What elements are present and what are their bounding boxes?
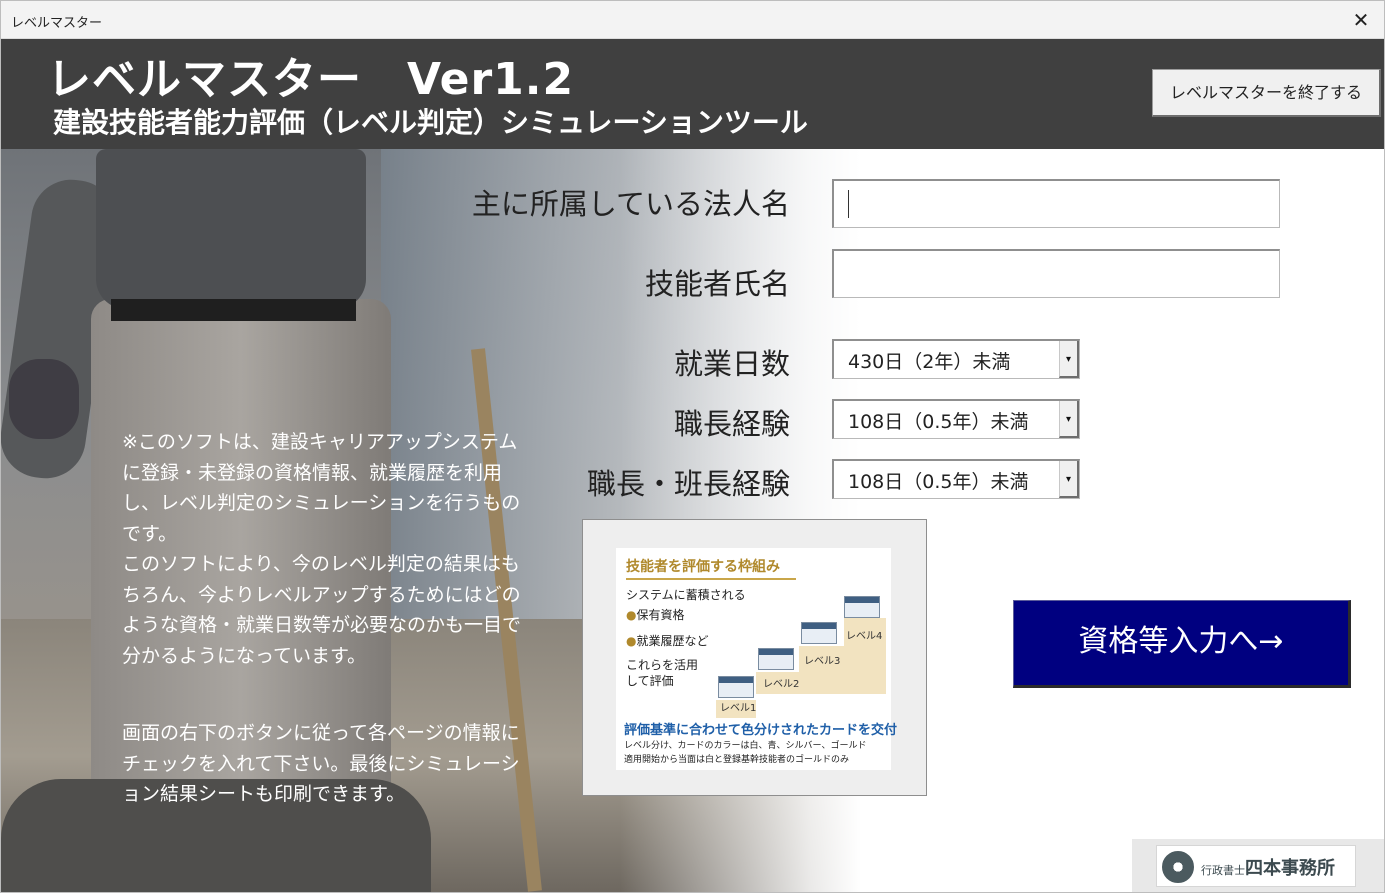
app-subtitle: 建設技能者能力評価（レベル判定）シミュレーションツール <box>53 106 808 139</box>
app-header: レベルマスター Ver1.2 建設技能者能力評価（レベル判定）シミュレーションツ… <box>1 39 1384 149</box>
framework-figure: 技能者を評価する枠組み システムに蓄積される ●保有資格 ●就業履歴など これら… <box>616 548 897 770</box>
text-caret <box>848 190 849 218</box>
bullet-icon: ● <box>626 608 637 622</box>
framework-line: これらを活用 <box>626 658 699 672</box>
close-icon[interactable]: ✕ <box>1348 7 1374 33</box>
office-name: 行政書士四本事務所 <box>1201 858 1335 879</box>
framework-line: システムに蓄積される <box>626 588 746 602</box>
corporation-input[interactable] <box>832 179 1280 228</box>
chevron-down-icon[interactable]: ▾ <box>1059 401 1079 438</box>
worker-name-input[interactable] <box>832 249 1280 298</box>
chevron-down-icon[interactable]: ▾ <box>1059 461 1079 498</box>
application-window: レベルマスター ✕ レベルマスター Ver1.2 建設技能者能力評価（レベル判定… <box>0 0 1385 893</box>
foreman-label: 職長経験 <box>673 407 790 441</box>
app-title: レベルマスター Ver1.2 <box>47 54 575 105</box>
foreman-leader-select[interactable]: 108日（0.5年）未満 ▾ <box>832 459 1080 499</box>
id-card-icon <box>758 648 794 670</box>
foreman-leader-value: 108日（0.5年）未満 <box>848 471 1029 493</box>
foreman-value: 108日（0.5年）未満 <box>848 411 1029 433</box>
work-days-label: 就業日数 <box>673 347 790 381</box>
level-label: レベル1 <box>720 703 757 714</box>
work-days-value: 430日（2年）未満 <box>848 351 1011 373</box>
framework-line: して評価 <box>626 674 674 688</box>
id-card-icon <box>801 622 837 644</box>
corporation-label: 主に所属している法人名 <box>471 187 790 221</box>
window-title: レベルマスター <box>11 16 103 31</box>
level-label: レベル2 <box>763 679 800 690</box>
title-bar: レベルマスター ✕ <box>1 1 1384 39</box>
level-label: レベル4 <box>846 631 883 642</box>
id-card-icon <box>718 676 754 698</box>
evaluation-framework-image: 技能者を評価する枠組み システムに蓄積される ●保有資格 ●就業履歴など これら… <box>582 519 927 796</box>
next-to-qualification-input-button[interactable]: 資格等入力へ→ <box>1013 600 1351 688</box>
office-logo: 行政書士四本事務所 <box>1132 839 1384 892</box>
exit-button[interactable]: レベルマスターを終了する <box>1152 69 1381 117</box>
level-label: レベル3 <box>804 656 841 667</box>
framework-line: ●保有資格 <box>626 608 685 622</box>
foreman-select[interactable]: 108日（0.5年）未満 ▾ <box>832 399 1080 439</box>
framework-note: 適用開始から当面は白と登録基幹技能者のゴールドのみ <box>624 755 850 765</box>
bullet-icon: ● <box>626 634 637 648</box>
foreman-leader-label: 職長・班長経験 <box>586 467 790 501</box>
worker-name-label: 技能者氏名 <box>644 267 790 301</box>
description-text-1: ※このソフトは、建設キャリアアップシステムに登録・未登録の資格情報、就業履歴を利… <box>122 431 522 667</box>
framework-title: 技能者を評価する枠組み <box>626 559 780 575</box>
framework-card-heading: 評価基準に合わせて色分けされたカードを交付 <box>624 723 898 738</box>
framework-line: ●就業履歴など <box>626 634 709 648</box>
description-text-2: 画面の右下のボタンに従って各ページの情報にチェックを入れて下さい。最後にシミュレ… <box>122 722 520 805</box>
office-seal-icon <box>1162 851 1194 883</box>
framework-note: レベル分け、カードのカラーは白、青、シルバー、ゴールド <box>624 741 867 751</box>
id-card-icon <box>844 596 880 618</box>
chevron-down-icon[interactable]: ▾ <box>1059 341 1079 378</box>
work-days-select[interactable]: 430日（2年）未満 ▾ <box>832 339 1080 379</box>
